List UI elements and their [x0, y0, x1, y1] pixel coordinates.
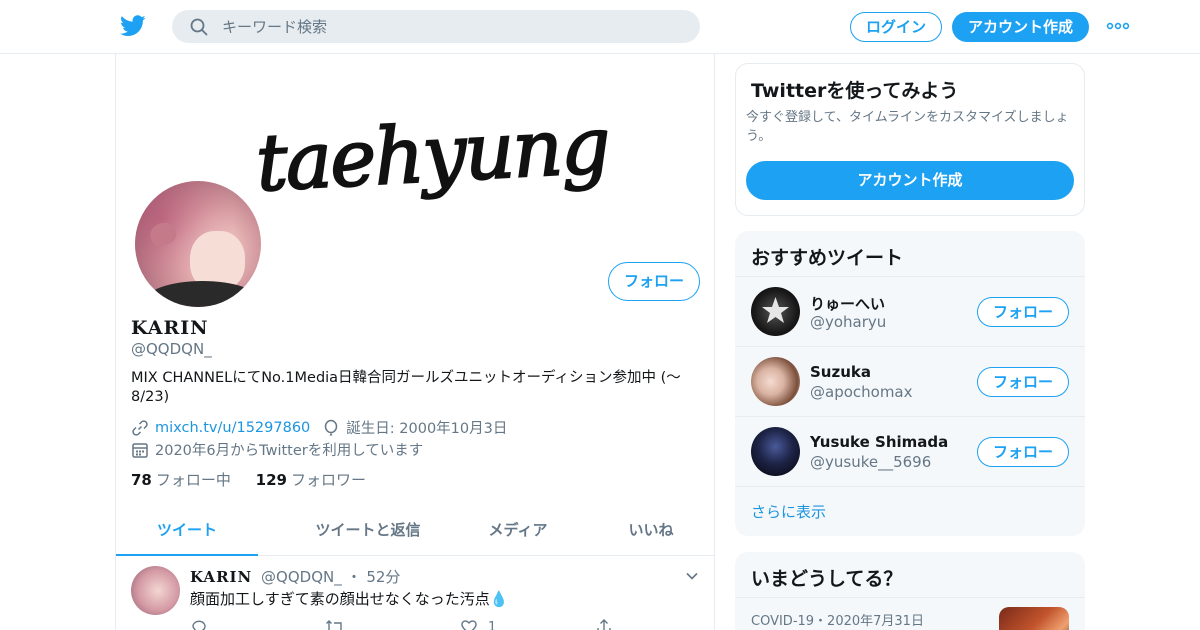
user-avatar[interactable]	[751, 287, 800, 336]
profile-avatar[interactable]	[131, 177, 265, 311]
profile-bio: MIX CHANNELにてNo.1Media日韓合同ガールズユニットオーディショ…	[131, 370, 681, 405]
profile-handle: @QQDQN_	[131, 340, 212, 358]
signup-card-title: Twitterを使ってみよう	[751, 80, 959, 102]
login-button[interactable]: ログイン	[850, 12, 942, 42]
more-options-icon[interactable]	[1106, 18, 1130, 34]
user-handle: @apochomax	[810, 383, 913, 401]
show-more-link[interactable]: さらに表示	[735, 486, 1085, 536]
share-action[interactable]	[595, 618, 613, 630]
balloon-icon	[325, 419, 338, 435]
following-stat[interactable]: 78 フォロー中	[131, 471, 231, 489]
tab-tweets[interactable]: ツイート	[116, 506, 258, 556]
profile-tabs: ツイート ツイートと返信 メディア いいね	[116, 506, 714, 556]
tweet-item[interactable]: KARIN @QQDQN_ ・ 52分 顔面加工しすぎて素の顔出せなくなった汚点…	[116, 556, 714, 630]
tweet-time[interactable]: 52分	[366, 568, 400, 586]
emblem-icon	[762, 297, 789, 323]
user-avatar[interactable]	[751, 357, 800, 406]
profile-joined-row: 2020年6月からTwitterを利用しています	[131, 439, 423, 460]
reply-action[interactable]	[190, 618, 208, 630]
tweet-actions: 1	[190, 618, 620, 630]
tweet-header: KARIN @QQDQN_ ・ 52分	[190, 566, 400, 587]
search-icon	[190, 18, 208, 36]
retweet-icon	[326, 620, 342, 630]
recommended-user[interactable]: りゅーへい @yoharyu フォロー	[735, 276, 1085, 346]
profile-link[interactable]: mixch.tv/u/15297860	[155, 420, 310, 436]
reply-icon	[192, 620, 206, 630]
followers-stat[interactable]: 129 フォロワー	[256, 471, 366, 489]
recommended-users-card: おすすめツイート りゅーへい @yoharyu フォロー Suzuka @apo…	[735, 231, 1085, 536]
user-handle: @yusuke__5696	[810, 453, 932, 471]
tweet-text: 顔面加工しすぎて素の顔出せなくなった汚点💧	[190, 590, 509, 608]
droplet-emoji: 💧	[489, 590, 509, 608]
profile-column: taehyung フォロー KARIN @QQDQN_ MIX CHANNELに…	[115, 54, 715, 630]
user-name: りゅーへい	[810, 295, 886, 313]
tab-media[interactable]: メディア	[468, 506, 568, 556]
trends-card: いまどうしてる？ COVID-19・2020年7月31日	[735, 552, 1085, 630]
trends-title: いまどうしてる？	[751, 568, 903, 590]
link-icon	[132, 419, 148, 436]
twitter-logo-icon[interactable]	[120, 14, 146, 38]
recommended-title: おすすめツイート	[751, 247, 904, 269]
signup-card: Twitterを使ってみよう 今すぐ登録して、タイムラインをカスタマイズしましょ…	[735, 63, 1085, 216]
tweet-author-handle[interactable]: @QQDQN_	[261, 568, 342, 586]
signup-card-button[interactable]: アカウント作成	[746, 161, 1074, 200]
follow-user-button[interactable]: フォロー	[977, 367, 1069, 397]
signup-card-text: 今すぐ登録して、タイムラインをカスタマイズしましょう。	[746, 110, 1069, 144]
tab-tweets-and-replies[interactable]: ツイートと返信	[268, 506, 468, 556]
search-box[interactable]	[172, 10, 700, 43]
user-name: Suzuka	[810, 363, 871, 381]
follow-button[interactable]: フォロー	[608, 262, 700, 301]
profile-name: KARIN	[131, 317, 209, 339]
search-input[interactable]	[222, 10, 682, 43]
profile-counts: 78 フォロー中 129 フォロワー	[131, 469, 366, 490]
like-count: 1	[488, 619, 497, 630]
tweet-author-name[interactable]: KARIN	[190, 568, 252, 586]
follow-user-button[interactable]: フォロー	[977, 437, 1069, 467]
share-icon	[597, 619, 611, 630]
like-action[interactable]: 1	[460, 618, 496, 630]
heart-icon	[461, 620, 477, 630]
trend-thumbnail[interactable]	[999, 607, 1069, 630]
recommended-user[interactable]: Yusuke Shimada @yusuke__5696 フォロー	[735, 416, 1085, 486]
calendar-icon	[132, 442, 148, 458]
top-bar: ログイン アカウント作成	[0, 0, 1200, 54]
tab-likes[interactable]: いいね	[601, 506, 701, 556]
user-name: Yusuke Shimada	[810, 433, 949, 451]
user-avatar[interactable]	[751, 427, 800, 476]
retweet-action[interactable]	[325, 618, 345, 630]
user-handle: @yoharyu	[810, 313, 887, 331]
banner-handwriting: taehyung	[254, 101, 611, 209]
tweet-separator: ・	[346, 568, 362, 586]
chevron-down-icon[interactable]	[684, 568, 700, 584]
follow-user-button[interactable]: フォロー	[977, 297, 1069, 327]
trend-meta[interactable]: COVID-19・2020年7月31日	[751, 610, 924, 629]
tweet-avatar[interactable]	[131, 566, 180, 615]
profile-meta-row: mixch.tv/u/15297860 誕生日: 2000年10月3日	[131, 417, 507, 438]
recommended-user[interactable]: Suzuka @apochomax フォロー	[735, 346, 1085, 416]
signup-button[interactable]: アカウント作成	[952, 12, 1089, 42]
profile-birthday: 誕生日: 2000年10月3日	[346, 421, 508, 437]
profile-joined: 2020年6月からTwitterを利用しています	[155, 443, 424, 459]
